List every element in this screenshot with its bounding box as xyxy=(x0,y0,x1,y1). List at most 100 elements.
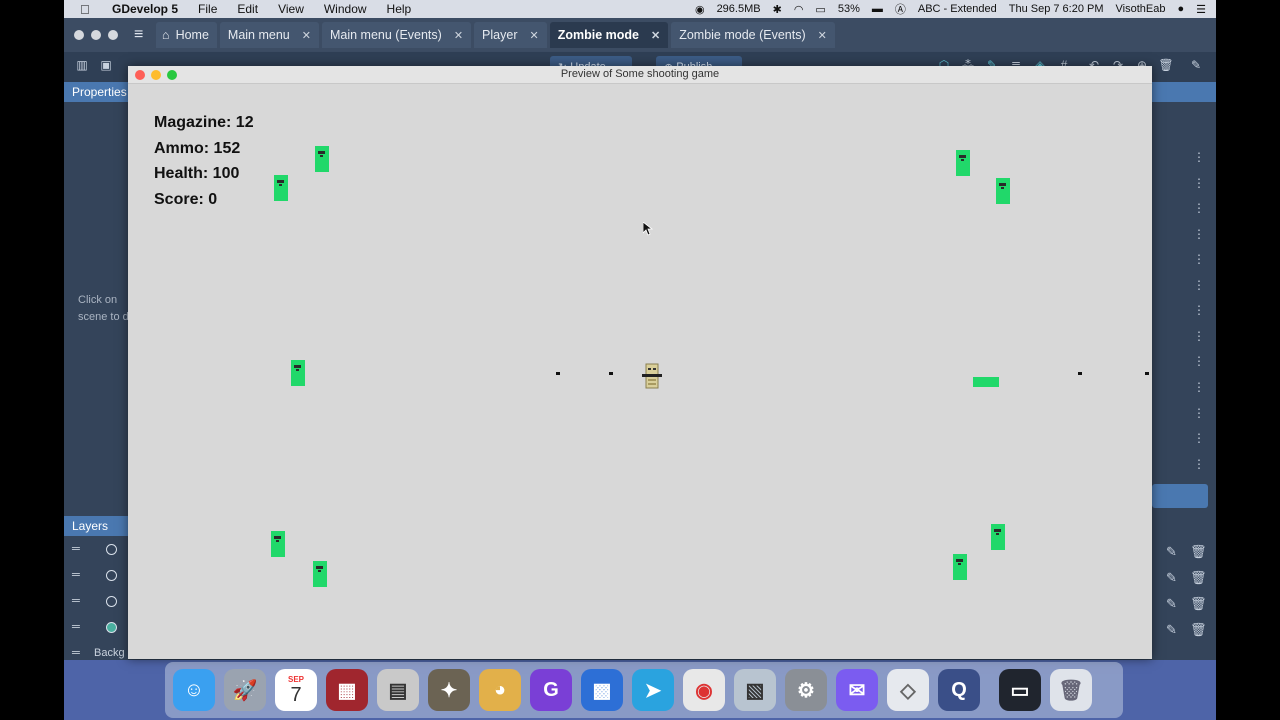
calculator-icon[interactable]: ▤ xyxy=(377,669,419,711)
drag-handle-icon[interactable]: ═ xyxy=(72,569,86,581)
menu-edit[interactable]: Edit xyxy=(237,2,258,16)
messenger-icon[interactable]: ✉ xyxy=(836,669,878,711)
paint-icon[interactable]: ◕ xyxy=(479,669,521,711)
bluetooth-icon[interactable]: ✱ xyxy=(773,3,782,16)
layer-row[interactable]: ═ xyxy=(64,614,128,640)
more-icon[interactable]: ⋮ xyxy=(1193,278,1205,292)
more-icon[interactable]: ⋮ xyxy=(1193,431,1205,445)
layer-row[interactable]: ═ xyxy=(64,562,128,588)
input-source-icon[interactable]: Ⓐ xyxy=(895,1,906,17)
clock[interactable]: Thu Sep 7 6:20 PM xyxy=(1009,3,1104,15)
zoom-button[interactable] xyxy=(167,70,177,80)
more-icon[interactable]: ⋮ xyxy=(1193,303,1205,317)
battery-readout[interactable]: 53% xyxy=(838,3,860,15)
minimize-window-button[interactable] xyxy=(91,30,101,40)
close-window-button[interactable] xyxy=(74,30,84,40)
close-icon[interactable]: ✕ xyxy=(302,29,311,42)
tab-zombie-mode-events[interactable]: Zombie mode (Events) ✕ xyxy=(671,22,835,48)
close-icon[interactable]: ✕ xyxy=(651,29,660,42)
system-preferences-icon[interactable]: ⚙ xyxy=(785,669,827,711)
tab-player[interactable]: Player ✕ xyxy=(474,22,547,48)
quicktime-icon[interactable]: Q xyxy=(938,669,980,711)
more-icon[interactable]: ⋮ xyxy=(1193,380,1205,394)
layer-row[interactable]: ═ xyxy=(64,588,128,614)
zoom-window-button[interactable] xyxy=(108,30,118,40)
more-icon[interactable]: ⋮ xyxy=(1193,227,1205,241)
more-icon[interactable]: ⋮ xyxy=(1193,406,1205,420)
save-icon[interactable]: ▣ xyxy=(98,58,114,74)
calendar-day: 7 xyxy=(290,683,302,706)
calendar-icon[interactable]: SEP 7 xyxy=(275,669,317,711)
siri-icon[interactable]: ● xyxy=(1177,3,1184,15)
tab-main-menu-events[interactable]: Main menu (Events) ✕ xyxy=(321,22,472,48)
gdevelop-icon[interactable]: G xyxy=(530,669,572,711)
delete-icon[interactable]: 🗑 xyxy=(1190,596,1207,612)
drag-handle-icon[interactable]: ═ xyxy=(72,647,86,659)
edit-icon[interactable]: ✎ xyxy=(1166,596,1177,612)
more-icon[interactable]: ⋮ xyxy=(1193,329,1205,343)
delete-icon[interactable]: 🗑 xyxy=(1190,544,1207,560)
edit-icon[interactable]: ✎ xyxy=(1166,570,1177,586)
input-source-label[interactable]: ABC - Extended xyxy=(918,3,997,15)
layer-radio-selected[interactable] xyxy=(106,621,117,633)
layer-radio[interactable] xyxy=(106,595,117,607)
battery-icon[interactable]: ▬ xyxy=(872,3,883,15)
panels-icon[interactable]: ▥ xyxy=(74,58,90,74)
edit-icon[interactable]: ✎ xyxy=(1166,544,1177,560)
delete-icon[interactable]: 🗑 xyxy=(1190,570,1207,586)
finder-icon[interactable]: ☺ xyxy=(173,669,215,711)
more-icon[interactable]: ⋮ xyxy=(1193,252,1205,266)
gimp-icon[interactable]: ✦ xyxy=(428,669,470,711)
delete-icon[interactable]: 🗑 xyxy=(1190,622,1207,638)
tab-home[interactable]: ⌂ Home xyxy=(156,22,217,48)
game-preview-window[interactable]: Preview of Some shooting game Magazine: … xyxy=(128,66,1152,659)
add-object-button[interactable] xyxy=(1152,484,1208,508)
edit-scene-icon[interactable]: ✎ xyxy=(1188,58,1204,74)
layer-label: Backg xyxy=(94,647,125,659)
more-icon[interactable]: ⋮ xyxy=(1193,201,1205,215)
close-icon[interactable]: ✕ xyxy=(454,29,463,42)
layer-radio[interactable] xyxy=(106,569,117,581)
photo-booth-icon[interactable]: ▦ xyxy=(326,669,368,711)
minimize-button[interactable] xyxy=(151,70,161,80)
preview-app-icon[interactable]: ▧ xyxy=(734,669,776,711)
health-counter: Health: 100 xyxy=(154,165,240,182)
drag-handle-icon[interactable]: ═ xyxy=(72,543,86,555)
close-icon[interactable]: ✕ xyxy=(529,29,538,42)
menu-help[interactable]: Help xyxy=(387,2,412,16)
delete-icon[interactable]: 🗑 xyxy=(1158,58,1174,74)
record-icon[interactable]: ◉ xyxy=(695,3,705,16)
tab-zombie-mode[interactable]: Zombie mode ✕ xyxy=(549,22,669,48)
app-name-menu[interactable]: GDevelop 5 xyxy=(112,2,178,16)
wifi-icon[interactable]: ◠ xyxy=(794,3,804,16)
screenshot-thumbnail-icon[interactable]: ▭ xyxy=(999,669,1041,711)
drag-handle-icon[interactable]: ═ xyxy=(72,621,86,633)
control-center-icon[interactable]: ☰ xyxy=(1196,3,1206,16)
more-icon[interactable]: ⋮ xyxy=(1193,150,1205,164)
memory-readout[interactable]: 296.5MB xyxy=(717,3,761,15)
telegram-icon[interactable]: ➤ xyxy=(632,669,674,711)
edit-icon[interactable]: ✎ xyxy=(1166,622,1177,638)
trash-icon[interactable]: 🗑 xyxy=(1050,669,1092,711)
menu-window[interactable]: Window xyxy=(324,2,367,16)
more-icon[interactable]: ⋮ xyxy=(1193,457,1205,471)
layer-radio[interactable] xyxy=(106,543,117,555)
tab-main-menu[interactable]: Main menu ✕ xyxy=(219,22,319,48)
screen-mirror-icon[interactable]: ▭ xyxy=(815,3,825,16)
close-button[interactable] xyxy=(135,70,145,80)
hamburger-menu-icon[interactable]: ≡ xyxy=(134,26,156,44)
chrome-icon[interactable]: ◉ xyxy=(683,669,725,711)
properties-title: Properties xyxy=(64,82,128,102)
studio-icon[interactable]: ▩ xyxy=(581,669,623,711)
menu-view[interactable]: View xyxy=(278,2,304,16)
layer-row[interactable]: ═ xyxy=(64,536,128,562)
more-icon[interactable]: ⋮ xyxy=(1193,176,1205,190)
more-icon[interactable]: ⋮ xyxy=(1193,354,1205,368)
user-name[interactable]: VisothEab xyxy=(1116,3,1166,15)
launchpad-icon[interactable]: 🚀 xyxy=(224,669,266,711)
apple-icon[interactable]:  xyxy=(80,2,94,17)
menu-file[interactable]: File xyxy=(198,2,217,16)
roblox-icon[interactable]: ◇ xyxy=(887,669,929,711)
drag-handle-icon[interactable]: ═ xyxy=(72,595,86,607)
close-icon[interactable]: ✕ xyxy=(818,29,827,42)
